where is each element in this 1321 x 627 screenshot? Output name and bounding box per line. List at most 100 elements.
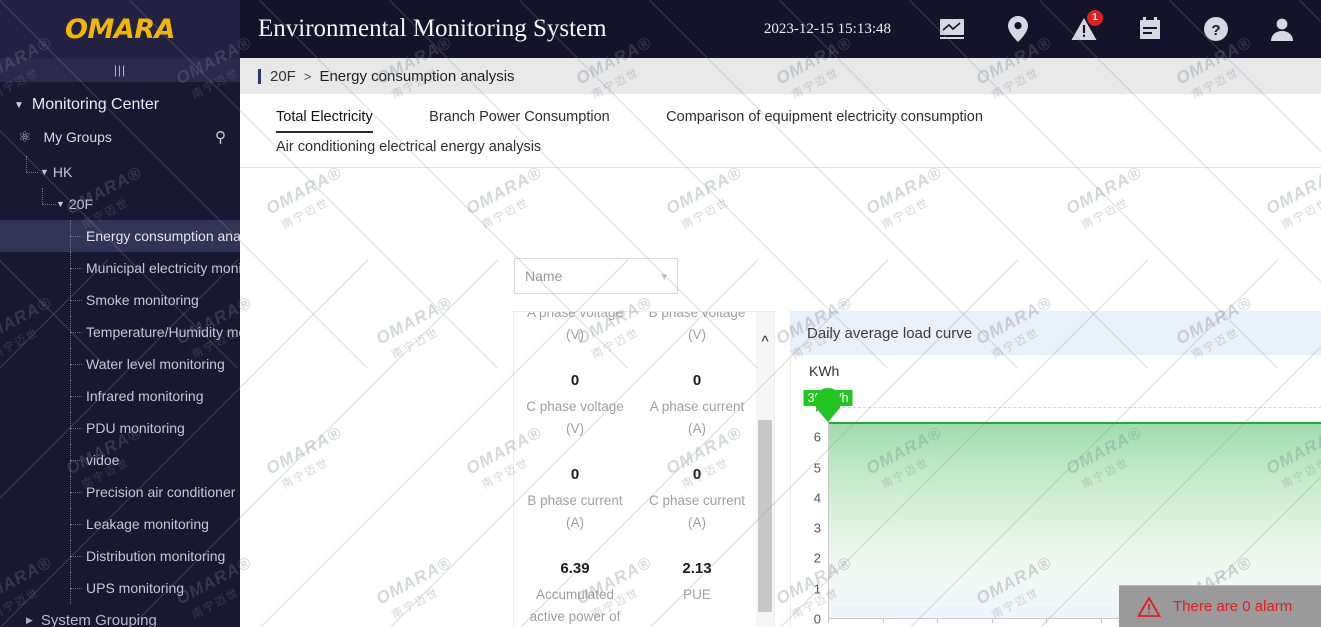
stats-scrollbar[interactable]: ^ ⌄ <box>756 312 774 627</box>
monitoring-center-label: Monitoring Center <box>31 96 160 113</box>
tree-node-20f-label: 20F <box>68 196 94 212</box>
stat-value: 6.39 <box>560 560 590 577</box>
stat-label: PUE <box>683 587 711 602</box>
sidebar-item-distribution-monitoring[interactable]: Distribution monitoring <box>0 540 240 572</box>
user-avatar-icon[interactable] <box>1249 0 1315 58</box>
sidebar-item-label: vidoe <box>86 452 120 468</box>
system-grouping-label: System Grouping <box>40 611 157 627</box>
chevron-down-icon: ▼ <box>40 167 49 177</box>
stat-cell: 0 B phase current (A) <box>514 456 636 550</box>
stat-label: C phase voltage (V) <box>526 399 624 436</box>
chart-header: Daily average load curve <box>791 311 1321 355</box>
breadcrumb-parent[interactable]: 20F <box>270 68 296 85</box>
application-root: OMARA ||| ▼ Monitoring Center ⚛ My Group… <box>0 0 1321 627</box>
sidebar-item-leakage-monitoring[interactable]: Leakage monitoring <box>0 508 240 540</box>
tree-node-hk[interactable]: ▼ HK <box>0 156 240 188</box>
stat-cell: B phase voltage (V) <box>636 311 758 362</box>
tab-air-conditioning-analysis[interactable]: Air conditioning electrical energy analy… <box>276 136 1321 161</box>
collapse-handle-glyph: ||| <box>113 63 127 77</box>
chart-x-tick-mark <box>991 619 993 623</box>
stat-cell: 0 A phase current (A) <box>636 362 758 456</box>
chart-y-tick-label: 2 <box>813 550 821 566</box>
alarm-warning-icon[interactable]: 1 <box>1051 0 1117 58</box>
sidebar-item-water-level-monitoring[interactable]: Water level monitoring <box>0 348 240 380</box>
chart-series-line <box>828 422 1321 425</box>
breadcrumb-current: Energy consumption analysis <box>319 67 515 85</box>
my-groups-row[interactable]: ⚛ My Groups ⚲ <box>0 124 240 152</box>
chart-x-tick-mark <box>937 619 939 623</box>
sidebar-item-infrared-monitoring[interactable]: Infrared monitoring <box>0 380 240 412</box>
breadcrumb-separator: > <box>303 68 312 84</box>
chart-value-marker[interactable]: 39KWh <box>803 388 853 423</box>
chart-card: Daily average load curve KWh 39KWh 0 1 2 3 4… <box>790 311 1321 627</box>
sidebar-item-ups-monitoring[interactable]: UPS monitoring <box>0 572 240 604</box>
tab-equipment-comparison[interactable]: Comparison of equipment electricity cons… <box>666 106 983 131</box>
sidebar-scroll-area[interactable]: ▼ Monitoring Center ⚛ My Groups ⚲ ▼ HK ▼… <box>0 82 240 627</box>
name-select[interactable]: Name ▾ <box>514 258 678 294</box>
tree-leaf-list: Energy consumption analysis Municipal ele… <box>0 220 240 604</box>
chart-y-tick-label: 5 <box>813 460 821 476</box>
stat-label: A phase current (A) <box>649 399 745 436</box>
sidebar-collapse-handle[interactable]: ||| <box>0 58 240 82</box>
sidebar-item-label: Precision air conditioner monitoring <box>86 484 240 500</box>
chart-x-tick-mark <box>882 619 884 623</box>
sidebar-item-label: Municipal electricity monitoring <box>86 260 240 276</box>
svg-text:?: ? <box>1211 22 1220 39</box>
chart-y-tick-label: 6 <box>813 429 821 445</box>
stat-cell: 0 C phase current (A) <box>636 456 758 550</box>
chart-y-unit-label: KWh <box>809 363 840 379</box>
top-header: Environmental Monitoring System 2023-12-… <box>240 0 1321 58</box>
groups-icon: ⚛ <box>18 129 32 146</box>
chart-x-tick-mark <box>828 619 829 623</box>
my-groups-label: My Groups <box>43 129 112 145</box>
sidebar-item-municipal-electricity-monitoring[interactable]: Municipal electricity monitoring <box>0 252 240 284</box>
chart-y-tick-label: 0 <box>813 611 821 627</box>
sidebar-item-label: Leakage monitoring <box>86 516 209 532</box>
header-actions: 2023-12-15 15:13:48 1 ? <box>764 0 1321 58</box>
stat-cell: 0 C phase voltage (V) <box>514 362 636 456</box>
calendar-icon[interactable] <box>1117 0 1183 58</box>
sidebar-item-smoke-monitoring[interactable]: Smoke monitoring <box>0 284 240 316</box>
sidebar-item-precision-air-conditioner-monitoring[interactable]: Precision air conditioner monitoring <box>0 476 240 508</box>
sidebar-section-monitoring-center[interactable]: ▼ Monitoring Center <box>0 82 240 124</box>
stat-label: Accumulated active power of phase A(kWh) <box>529 587 621 624</box>
stat-cell: 6.39 Accumulated active power of phase A(… <box>514 550 636 627</box>
monitor-chart-icon[interactable] <box>919 0 985 58</box>
stats-grid: A phase voltage (V) B phase voltage (V) 0… <box>514 311 758 627</box>
help-circle-icon[interactable]: ? <box>1183 0 1249 58</box>
chart-y-tick-label: 4 <box>813 490 821 506</box>
chart-title: Daily average load curve <box>807 324 973 342</box>
stat-cell: A phase voltage (V) <box>514 312 636 362</box>
main-content: 20F > Energy consumption analysis Total … <box>240 58 1321 627</box>
location-pin-icon[interactable] <box>985 0 1051 58</box>
search-icon[interactable]: ⚲ <box>215 128 226 146</box>
chart-x-tick-mark <box>1100 619 1102 623</box>
logo-bar: OMARA <box>0 0 240 58</box>
sidebar-item-label: Smoke monitoring <box>86 292 199 308</box>
sidebar-item-temperature-humidity-monitoring[interactable]: Temperature/Humidity monitoring <box>0 316 240 348</box>
tree-node-hk-label: HK <box>52 164 73 180</box>
alarm-status-bar[interactable]: There are 0 alarm <box>1119 585 1321 627</box>
scrollbar-thumb[interactable] <box>758 420 772 612</box>
breadcrumb: 20F > Energy consumption analysis <box>240 58 1321 94</box>
stat-value: 0 <box>692 372 702 389</box>
sidebar-item-pdu-monitoring[interactable]: PDU monitoring <box>0 412 240 444</box>
tab-total-electricity[interactable]: Total Electricity <box>276 106 373 133</box>
breadcrumb-accent-bar <box>258 68 261 84</box>
chevron-right-icon: ▶ <box>26 614 33 625</box>
stat-cell: 2.13 PUE <box>636 550 758 627</box>
sidebar-item-energy-consumption-analysis[interactable]: Energy consumption analysis <box>0 220 240 252</box>
scroll-up-icon[interactable]: ^ <box>756 330 774 350</box>
tab-bar: Total Electricity Branch Power Consumpti… <box>240 94 1321 168</box>
sidebar: OMARA ||| ▼ Monitoring Center ⚛ My Group… <box>0 0 240 627</box>
sidebar-section-system-grouping[interactable]: ▶ System Grouping <box>0 604 240 627</box>
chevron-down-icon: ▼ <box>56 199 65 209</box>
stat-label: B phase voltage (V) <box>648 311 746 342</box>
sidebar-item-label: Temperature/Humidity monitoring <box>86 324 240 340</box>
sidebar-item-vidoe[interactable]: vidoe <box>0 444 240 476</box>
stat-value: 0 <box>570 466 580 483</box>
tab-branch-power-consumption[interactable]: Branch Power Consumption <box>429 106 610 131</box>
tree-node-20f[interactable]: ▼ 20F <box>0 188 240 220</box>
alarm-text: There are 0 alarm <box>1173 598 1293 615</box>
chart-y-tick-label: 3 <box>813 520 821 536</box>
